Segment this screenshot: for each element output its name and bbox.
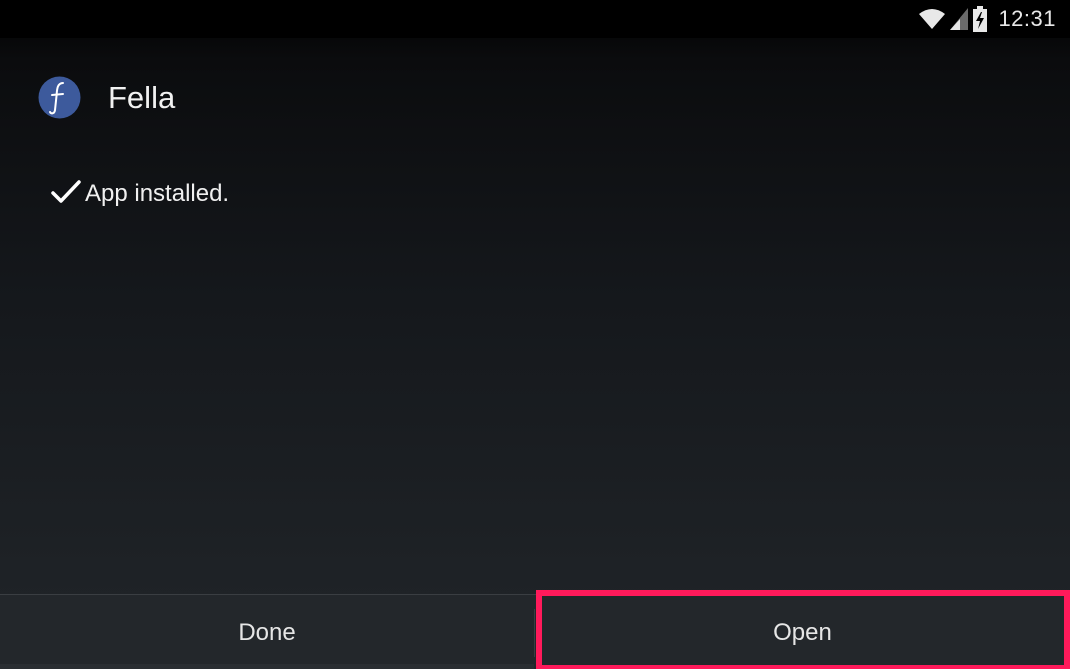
button-bar: Done Open <box>0 594 1070 669</box>
done-button[interactable]: Done <box>0 595 534 669</box>
status-icons: 12:31 <box>918 4 1056 34</box>
install-message: App installed. <box>85 180 230 207</box>
bottom-strip <box>0 664 534 669</box>
wifi-icon <box>918 8 946 30</box>
signal-icon <box>950 8 969 30</box>
battery-charging-icon <box>972 6 988 32</box>
app-name: Fella <box>108 80 176 115</box>
install-complete-screen: 12:31 Fella App installed. Done Open <box>0 0 1070 669</box>
status-clock: 12:31 <box>998 6 1056 31</box>
status-bar: 12:31 <box>0 0 1070 38</box>
open-button[interactable]: Open <box>535 595 1070 669</box>
install-status: App installed. <box>50 178 229 210</box>
fella-app-icon <box>38 76 81 119</box>
check-icon <box>50 178 82 211</box>
